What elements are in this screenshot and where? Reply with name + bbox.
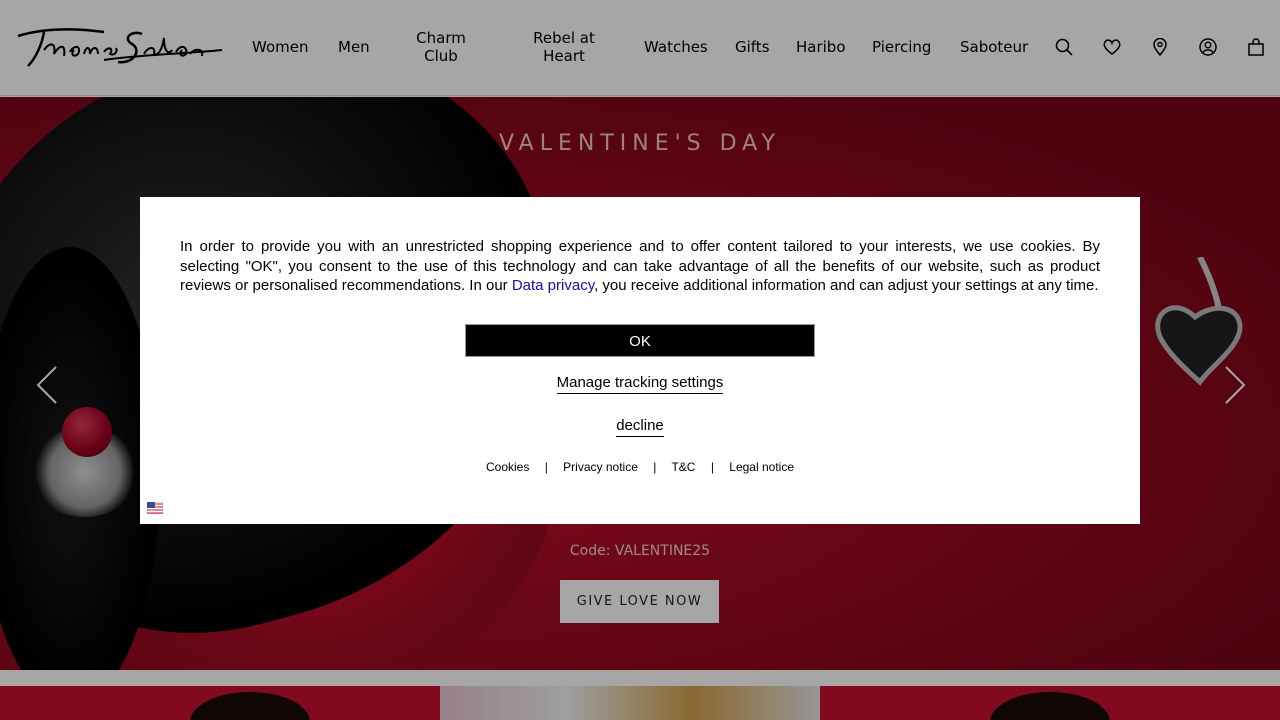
cookie-consent-modal: In order to provide you with an unrestri… [140,197,1140,524]
privacy-notice-link[interactable]: Privacy notice [563,460,638,474]
language-flag-icon[interactable] [147,502,163,514]
data-privacy-link[interactable]: Data privacy [512,277,594,294]
tc-link[interactable]: T&C [671,460,695,474]
decline-link[interactable]: decline [616,417,664,437]
cookie-consent-text: In order to provide you with an unrestri… [180,237,1100,296]
cookies-link[interactable]: Cookies [486,460,529,474]
manage-tracking-settings-link[interactable]: Manage tracking settings [556,374,724,394]
ok-button[interactable]: OK [465,324,815,357]
separator: | [710,460,714,474]
separator: | [544,460,548,474]
decline: decline [140,417,1140,437]
legal-notice-link[interactable]: Legal notice [729,460,794,474]
cookie-text-part2: , you receive additional information and… [594,277,1099,294]
separator: | [653,460,657,474]
manage-tracking-settings: Manage tracking settings [140,374,1140,394]
modal-footer-links: Cookies | Privacy notice | T&C | Legal n… [140,460,1140,474]
